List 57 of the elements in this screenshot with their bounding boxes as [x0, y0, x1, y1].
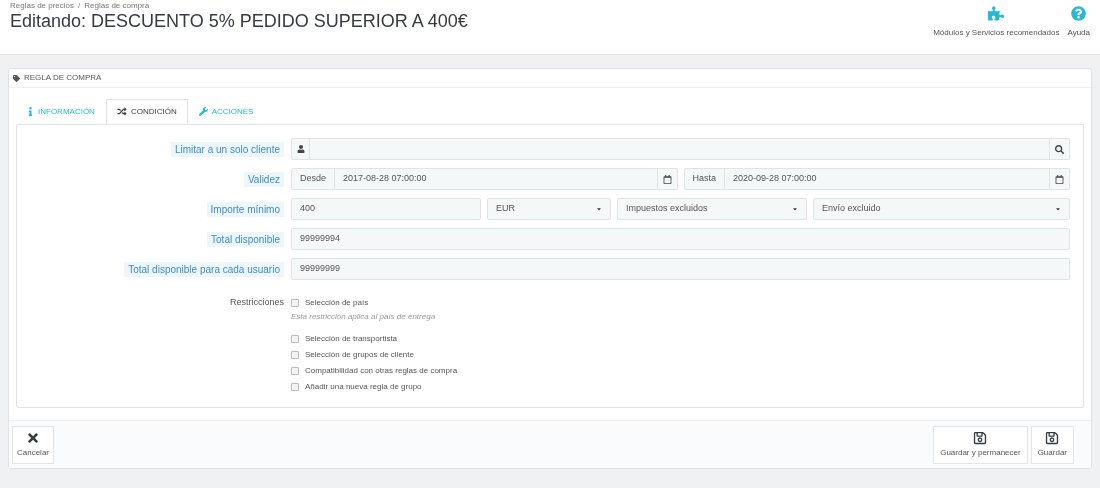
caret-icon [596, 206, 602, 212]
field-label: Validez [243, 171, 284, 187]
checkbox[interactable] [291, 383, 299, 391]
field-label: Total disponible [207, 231, 284, 247]
checkbox-option[interactable]: Selección de país [291, 296, 458, 310]
panel-title: REGLA DE COMPRA [24, 72, 102, 84]
breadcrumb-link[interactable]: Reglas de precios [10, 1, 75, 10]
date-value: 2017-08-28 07:00:00 [342, 172, 428, 186]
date-value: 2020-09-28 07:00:00 [732, 172, 818, 186]
page-title: Editando: DESCUENTO 5% PEDIDO SUPERIOR A 400€ [10, 10, 468, 32]
checkbox-option[interactable]: Selección de grupos de cliente [291, 348, 458, 362]
puzzle-icon [988, 6, 1005, 21]
modules-button[interactable]: Módulos y Servicios recomendados [933, 6, 1060, 39]
search-icon [1055, 144, 1064, 154]
save-icon [973, 430, 988, 445]
save-button[interactable]: Guardar [1030, 425, 1074, 464]
field-label: Limitar a un solo cliente [170, 141, 284, 157]
customer-search-field[interactable] [291, 138, 1070, 160]
checkbox[interactable] [291, 299, 299, 307]
amount-field[interactable]: 400 [291, 198, 481, 220]
date-prefix: Hasta [684, 169, 725, 189]
breadcrumb-separator: / [78, 1, 81, 10]
calendar-icon [662, 174, 672, 184]
user-icon [296, 145, 305, 153]
checkbox[interactable] [291, 351, 299, 359]
caret-icon [792, 206, 798, 212]
help-button[interactable]: Ayuda [1067, 6, 1090, 39]
checkbox[interactable] [291, 335, 299, 343]
checkbox-option[interactable]: Compatibilidad con otras reglas de compra [291, 364, 458, 378]
close-icon [26, 430, 40, 445]
tag-icon [13, 74, 20, 82]
caret-icon [1055, 206, 1061, 212]
dropdown[interactable]: EUR [487, 198, 611, 220]
dropdown[interactable]: Impuestos excluidos [617, 198, 807, 220]
dropdown[interactable]: Envío excluido [813, 198, 1070, 220]
save-and-stay-button[interactable]: Guardar y permanecer [933, 425, 1028, 464]
input-field[interactable]: 99999994 [291, 228, 1070, 250]
shuffle-icon [116, 107, 127, 116]
end-date-field[interactable]: Hasta 2020-09-28 07:00:00 [683, 168, 1070, 190]
checkbox[interactable] [291, 367, 299, 375]
breadcrumb-link[interactable]: Reglas de compra [84, 1, 150, 10]
start-date-field[interactable]: Desde 2017-08-28 07:00:00 [291, 168, 678, 190]
field-label: Total disponible para cada usuario [124, 261, 284, 277]
calendar-icon [1055, 174, 1064, 184]
tab[interactable]: CONDICIÓN [105, 99, 188, 124]
checkbox-option[interactable]: Selección de transportista [291, 332, 458, 346]
wrench-icon [198, 107, 208, 116]
date-prefix: Desde [292, 169, 335, 189]
hint-text: Esta restricción aplica al país de entrega [291, 311, 437, 323]
help-icon [1071, 6, 1087, 21]
cancel-button[interactable]: Cancelar [12, 425, 54, 464]
field-label: Importe mínimo [206, 201, 284, 217]
info-icon [27, 107, 34, 116]
save-icon [1045, 430, 1060, 445]
checkbox-option[interactable]: Añadir una nueva regla de grupo [291, 380, 458, 394]
restrictions-label: Restricciones [229, 296, 284, 309]
input-field[interactable]: 99999999 [291, 258, 1070, 280]
